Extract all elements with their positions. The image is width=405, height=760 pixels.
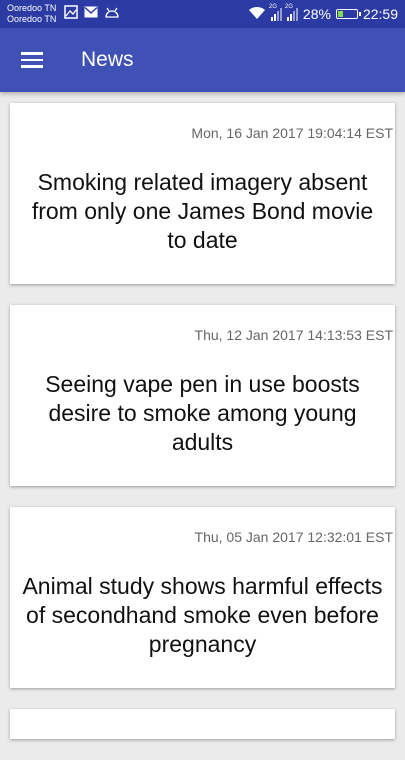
signal-icon: 2G (284, 4, 298, 21)
signal-icon: 2G (268, 4, 282, 21)
battery-percent: 28% (302, 6, 331, 22)
carrier-2: Ooredoo TN (7, 14, 57, 24)
news-date: Thu, 05 Jan 2017 12:32:01 EST (194, 529, 393, 545)
mail-icon (84, 5, 98, 23)
news-card[interactable]: Thu, 05 Jan 2017 12:32:01 EST Animal stu… (10, 507, 395, 688)
news-card[interactable]: Mon, 16 Jan 2017 19:04:14 EST Smoking re… (10, 103, 395, 284)
news-headline: Seeing vape pen in use boosts desire to … (45, 371, 360, 455)
carrier-names: Ooredoo TN Ooredoo TN (7, 3, 56, 25)
hamburger-menu-icon[interactable] (0, 28, 64, 92)
network-label-2: 2G (284, 4, 293, 10)
clock: 22:59 (362, 6, 398, 22)
status-bar: Ooredoo TN Ooredoo TN 2G 2G 28% 22:59 (0, 0, 405, 28)
carrier-1: Ooredoo TN (7, 3, 57, 13)
android-icon (104, 5, 120, 23)
news-list: Mon, 16 Jan 2017 19:04:14 EST Smoking re… (10, 103, 395, 760)
news-card[interactable] (10, 709, 395, 739)
wifi-icon (248, 6, 266, 23)
news-date: Thu, 12 Jan 2017 14:13:53 EST (194, 327, 393, 343)
news-headline: Animal study shows harmful effects of se… (22, 573, 383, 657)
image-icon (64, 4, 79, 24)
news-headline: Smoking related imagery absent from only… (31, 169, 374, 253)
news-date: Mon, 16 Jan 2017 19:04:14 EST (191, 125, 393, 141)
app-bar: News (0, 28, 405, 92)
news-card[interactable]: Thu, 12 Jan 2017 14:13:53 EST Seeing vap… (10, 305, 395, 486)
network-label-1: 2G (268, 4, 277, 10)
page-title: News (81, 48, 134, 71)
battery-charging-icon (335, 9, 361, 19)
